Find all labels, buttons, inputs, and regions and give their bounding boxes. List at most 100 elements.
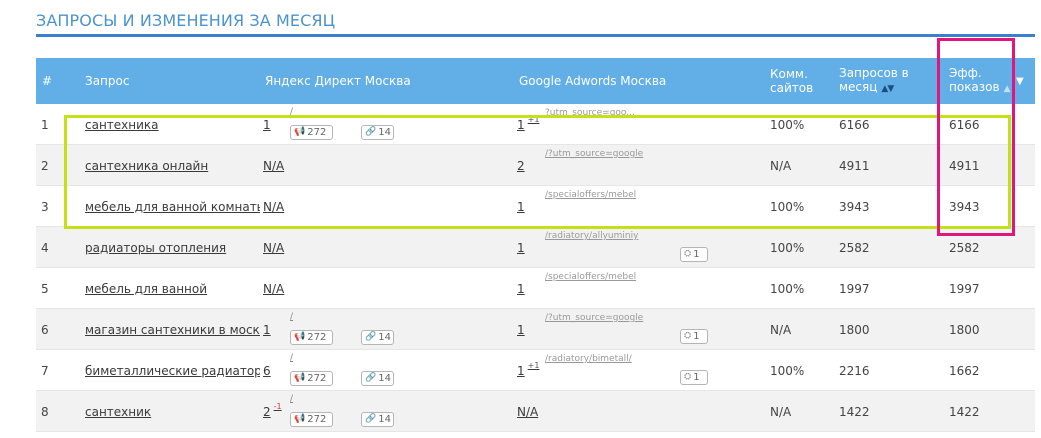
google-rank-link[interactable]: 1 +1 xyxy=(517,104,539,145)
ads-count-badge[interactable]: 📢 272 xyxy=(290,371,333,386)
query-text[interactable]: мебель для ванной комнаты xyxy=(85,200,260,214)
google-rank[interactable]: 1 xyxy=(517,200,525,214)
google-rank[interactable]: 1 xyxy=(517,323,525,337)
page-title: ЗАПРОСЫ И ИЗМЕНЕНИЯ ЗА МЕСЯЦ xyxy=(36,11,336,30)
links-count-badge[interactable]: 🔗 14 xyxy=(361,330,394,345)
col-header-requests[interactable]: Запросов в месяц ▲▼ xyxy=(839,58,909,104)
google-rank-link[interactable]: 1 xyxy=(517,227,525,268)
sort-arrows-icon[interactable]: ▲▼ xyxy=(881,82,894,96)
commercial-sites-value: 100% xyxy=(770,199,805,214)
col-header-num: # xyxy=(42,74,53,88)
col-header-google[interactable]: Google Adwords Москва xyxy=(519,58,666,104)
col-header-req-line1: Запросов в xyxy=(839,66,909,80)
google-landing-link[interactable]: /specialoffers/mebel xyxy=(545,190,645,200)
query-text[interactable]: сантехника xyxy=(85,118,159,132)
yandex-landing-link[interactable]: / xyxy=(290,394,293,404)
google-rank-link[interactable]: 1 xyxy=(517,268,525,309)
query-text[interactable]: мебель для ванной xyxy=(85,282,207,296)
google-landing-link[interactable]: /specialoffers/mebel xyxy=(545,272,645,282)
yandex-rank-link[interactable]: N/A xyxy=(263,145,284,186)
yandex-rank-link[interactable]: N/A xyxy=(263,227,284,268)
google-rank[interactable]: 1 xyxy=(517,118,525,132)
query-link[interactable]: биметаллические радиаторы xyxy=(85,350,260,391)
ads-count: 272 xyxy=(307,127,327,138)
sites-count-badge[interactable]: ⛭ 1 xyxy=(680,247,708,262)
query-link[interactable]: мебель для ванной xyxy=(85,268,260,309)
row-number: 2 xyxy=(41,158,49,173)
query-link[interactable]: магазин сантехники в москве xyxy=(85,309,260,350)
query-text[interactable]: магазин сантехники в москве xyxy=(85,323,260,337)
col-header-query[interactable]: Запрос xyxy=(85,58,129,104)
row-number: 7 xyxy=(41,363,49,378)
col-header-commercial-sites[interactable]: Комм. сайтов xyxy=(770,58,813,104)
col-header-yandex[interactable]: Яндекс Директ Москва xyxy=(265,58,411,104)
sites-count-badge[interactable]: ⛭ 1 xyxy=(680,370,708,385)
google-landing-link[interactable]: /?utm_source=google xyxy=(545,149,645,159)
google-landing-link[interactable]: /?utm_source=google xyxy=(545,313,645,323)
google-rank-link[interactable]: 1 xyxy=(517,309,525,350)
yandex-rank[interactable]: 1 xyxy=(263,118,271,132)
google-rank[interactable]: 1 xyxy=(517,364,525,378)
google-landing-link[interactable]: /radiatory/bimetall/ xyxy=(545,354,645,364)
row-number: 5 xyxy=(41,281,49,296)
query-text[interactable]: сантехник xyxy=(85,405,151,419)
links-count: 14 xyxy=(378,127,391,138)
megaphone-icon: 📢 xyxy=(294,332,306,342)
col-header-comm-line2: сайтов xyxy=(770,81,814,95)
query-link[interactable]: сантехника онлайн xyxy=(85,145,260,186)
sites-count: 1 xyxy=(693,249,700,260)
commercial-sites-value: N/A xyxy=(770,322,792,337)
yandex-landing-link[interactable]: / xyxy=(290,353,293,363)
google-rank-link[interactable]: N/A xyxy=(517,391,538,432)
requests-per-month-value: 3943 xyxy=(839,199,870,214)
yandex-rank-link[interactable]: 2 -1 xyxy=(263,391,282,432)
yandex-rank[interactable]: 2 xyxy=(263,405,271,419)
sitemap-icon: ⛭ xyxy=(684,331,692,341)
ads-count-badge[interactable]: 📢 272 xyxy=(290,330,333,345)
query-link[interactable]: сантехника xyxy=(85,104,260,145)
google-rank-link[interactable]: 1 +1 xyxy=(517,350,539,391)
yandex-rank[interactable]: N/A xyxy=(263,241,284,255)
yandex-rank[interactable]: N/A xyxy=(263,200,284,214)
google-rank[interactable]: 2 xyxy=(517,159,525,173)
google-landing-link[interactable]: /radiatory/allyuminiy xyxy=(545,231,645,241)
links-count-badge[interactable]: 🔗 14 xyxy=(361,412,394,427)
google-rank[interactable]: N/A xyxy=(517,405,538,419)
yandex-rank[interactable]: N/A xyxy=(263,282,284,296)
yandex-rank-link[interactable]: N/A xyxy=(263,186,284,227)
google-rank-link[interactable]: 1 xyxy=(517,186,525,227)
google-rank[interactable]: 1 xyxy=(517,282,525,296)
query-link[interactable]: мебель для ванной комнаты xyxy=(85,186,260,227)
link-icon: 🔗 xyxy=(365,373,377,383)
requests-per-month-value: 4911 xyxy=(839,158,870,173)
ads-count-badge[interactable]: 📢 272 xyxy=(290,125,333,140)
links-count-badge[interactable]: 🔗 14 xyxy=(361,371,394,386)
commercial-sites-value: 100% xyxy=(770,281,805,296)
sitemap-icon: ⛭ xyxy=(684,249,692,259)
google-rank-delta: +1 xyxy=(527,361,540,370)
sites-count-badge[interactable]: ⛭ 1 xyxy=(680,329,708,344)
query-text[interactable]: радиаторы отопления xyxy=(85,241,226,255)
query-text[interactable]: биметаллические радиаторы xyxy=(85,364,260,378)
yandex-rank-link[interactable]: 1 xyxy=(263,309,271,350)
sort-up-icon[interactable]: ▲ xyxy=(1004,82,1011,96)
table-row: 1 сантехника 1 / 📢 272 🔗 14 1 +1 ?utm_source=goo..… xyxy=(36,104,1035,145)
query-link[interactable]: радиаторы отопления xyxy=(85,227,260,268)
links-count-badge[interactable]: 🔗 14 xyxy=(361,125,394,140)
yandex-landing-link[interactable]: / xyxy=(290,312,293,322)
query-text[interactable]: сантехника онлайн xyxy=(85,159,208,173)
col-header-effective-impressions[interactable]: Эфф. показов ▲ xyxy=(949,58,1011,104)
yandex-rank-link[interactable]: 1 xyxy=(263,104,271,145)
google-landing-link[interactable]: ?utm_source=goo... xyxy=(545,108,645,118)
google-rank[interactable]: 1 xyxy=(517,241,525,255)
yandex-rank[interactable]: 1 xyxy=(263,323,271,337)
yandex-rank[interactable]: 6 xyxy=(263,364,271,378)
yandex-rank-link[interactable]: 6 xyxy=(263,350,271,391)
sort-down-active-icon[interactable]: ▼ xyxy=(1016,58,1024,104)
yandex-rank-link[interactable]: N/A xyxy=(263,268,284,309)
query-link[interactable]: сантехник xyxy=(85,391,260,432)
google-rank-link[interactable]: 2 xyxy=(517,145,525,186)
ads-count-badge[interactable]: 📢 272 xyxy=(290,412,333,427)
yandex-landing-link[interactable]: / xyxy=(290,107,293,117)
yandex-rank[interactable]: N/A xyxy=(263,159,284,173)
